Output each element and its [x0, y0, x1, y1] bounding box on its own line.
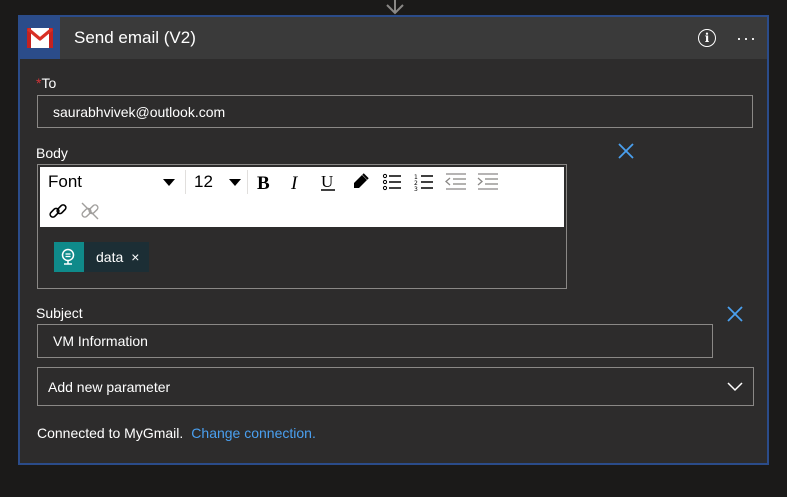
connection-text: Connected to MyGmail. [37, 425, 184, 441]
font-size-select[interactable]: 12 [190, 170, 248, 194]
remove-body-icon[interactable] [618, 143, 634, 159]
chevron-down-icon [727, 381, 743, 391]
token-label: data [96, 249, 124, 265]
underline-icon: U [321, 173, 335, 191]
bullet-list-button[interactable] [376, 170, 408, 194]
more-options-icon[interactable]: ··· [736, 28, 757, 49]
data-operation-icon [54, 242, 84, 272]
italic-button[interactable]: I [280, 170, 312, 194]
increase-indent-button[interactable] [472, 170, 504, 194]
to-field[interactable]: saurabhvivek@outlook.com [37, 95, 753, 128]
info-icon[interactable]: i [698, 29, 717, 47]
decrease-indent-icon [445, 173, 466, 190]
numbered-list-icon: 1 2 3 [414, 174, 433, 191]
change-connection-link[interactable]: Change connection. [191, 425, 316, 441]
remove-subject-icon[interactable] [727, 306, 743, 322]
chevron-down-icon [229, 178, 241, 186]
send-email-action-card: Send email (V2) i ··· *To saurabhvivek@o… [18, 15, 769, 465]
unlink-icon [81, 202, 99, 220]
dynamic-content-token[interactable]: data × [54, 242, 150, 272]
insert-link-button[interactable] [42, 199, 74, 223]
to-value: saurabhvivek@outlook.com [53, 103, 226, 120]
token-remove-icon[interactable]: × [131, 242, 149, 272]
subject-value: VM Information [53, 333, 148, 349]
svg-text:U: U [321, 173, 333, 191]
bullet-list-icon [382, 173, 401, 191]
underline-button[interactable]: U [312, 170, 344, 194]
font-size-value: 12 [194, 172, 213, 191]
svg-text:B: B [257, 173, 270, 191]
add-new-parameter-dropdown[interactable]: Add new parameter [37, 367, 754, 406]
svg-text:3: 3 [414, 186, 418, 191]
add-new-parameter-label: Add new parameter [48, 378, 171, 395]
numbered-list-button[interactable]: 1 2 3 [408, 170, 440, 194]
bold-button[interactable]: B [248, 170, 280, 194]
highlighter-icon [354, 173, 369, 188]
to-label-group: *To [36, 75, 56, 91]
subject-label: Subject [36, 305, 83, 321]
rich-text-toolbar: Font 12 B I U 1 2 3 [40, 167, 564, 227]
decrease-indent-button[interactable] [440, 170, 472, 194]
svg-text:I: I [290, 173, 299, 191]
body-editor[interactable]: Font 12 B I U 1 2 3 data × [37, 164, 567, 289]
body-label: Body [36, 145, 68, 161]
font-family-select[interactable]: Font [46, 170, 186, 194]
card-title: Send email (V2) [74, 28, 196, 47]
italic-icon: I [290, 173, 299, 191]
subject-field[interactable]: VM Information [37, 324, 713, 358]
font-select-label: Font [48, 172, 83, 191]
card-header[interactable]: Send email (V2) i ··· [20, 17, 767, 59]
gmail-logo-icon [20, 17, 60, 59]
bold-icon: B [257, 173, 270, 191]
to-label: To [41, 75, 57, 91]
highlight-button[interactable] [344, 170, 376, 194]
chevron-down-icon [163, 178, 175, 186]
flow-connector-arrow-icon [386, 0, 404, 15]
increase-indent-icon [477, 173, 498, 190]
link-icon [49, 204, 67, 218]
connection-status: Connected to MyGmail. Change connection. [37, 425, 316, 441]
remove-link-button[interactable] [74, 199, 106, 223]
